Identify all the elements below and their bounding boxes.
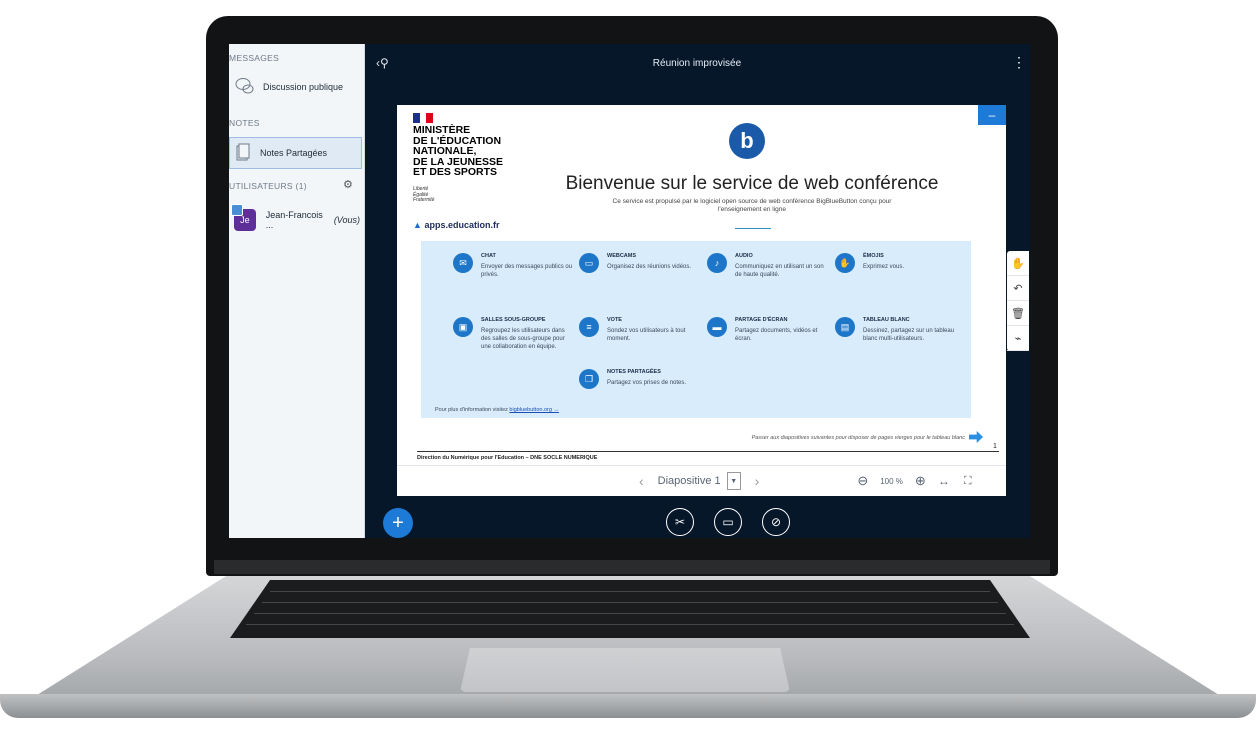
- options-menu-icon[interactable]: ⋮: [1012, 54, 1026, 71]
- slide-footer: Direction du Numérique pour l'Education …: [417, 455, 598, 461]
- feature-desc: Envoyer des messages publics ou privés.: [481, 264, 573, 278]
- document-icon: [236, 143, 250, 163]
- notes-section-title: NOTES: [229, 118, 260, 128]
- apps-brand: apps.education.fr: [424, 220, 500, 230]
- feature-desc: Dessinez, partagez sur un tableau blanc …: [863, 328, 955, 342]
- chat-bubbles-icon: [235, 77, 255, 97]
- gear-icon[interactable]: ⚙: [343, 178, 353, 191]
- bigbluebutton-logo-icon: b: [729, 123, 765, 159]
- ministry-name: MINISTÈRE DE L'ÉDUCATION NATIONALE, DE L…: [413, 124, 504, 178]
- user-name: Jean-Francois ...: [265, 210, 323, 230]
- webcam-icon: ▭: [579, 253, 599, 273]
- webcam-button[interactable]: ▭: [714, 508, 742, 536]
- motto: Liberté Égalité Fraternité: [413, 186, 435, 203]
- users-section-title: UTILISATEURS (1): [229, 181, 307, 191]
- screen-share-button[interactable]: ⊘: [762, 508, 790, 536]
- chevron-down-icon[interactable]: ▼: [726, 472, 741, 490]
- audio-muted-button[interactable]: ✂: [666, 508, 694, 536]
- feature-title: PARTAGE D'ÉCRAN: [735, 317, 788, 323]
- chat-icon: ✉: [453, 253, 473, 273]
- shared-notes-label: Notes Partagées: [260, 148, 328, 158]
- notes-icon: ❐: [579, 369, 599, 389]
- footer-divider: [417, 451, 999, 452]
- next-slides-info: Passer aux diapositives suivantes pour d…: [751, 435, 965, 441]
- breakout-icon: ▣: [453, 317, 473, 337]
- bbb-logo-letter: b: [740, 128, 754, 153]
- screen-share-icon: ▬: [707, 317, 727, 337]
- hand-icon: ✋: [835, 253, 855, 273]
- multi-user-whiteboard-icon[interactable]: ⌁: [1007, 326, 1029, 351]
- presentation-toolbar: ‹ Diapositive 1 ▼ › ⊖ 100 % ⊕ ↔ ⛶: [397, 465, 1006, 496]
- trackpad: [460, 648, 790, 692]
- laptop-hinge: [214, 560, 1050, 574]
- feature-desc: Communiquez en utilisant un son de haute…: [735, 264, 824, 278]
- feature-desc: Exprimez vous.: [863, 264, 905, 270]
- screen-share-off-icon: ⊘: [770, 515, 782, 529]
- feature-title: AUDIO: [735, 253, 753, 259]
- slide-title: Bienvenue sur le service de web conféren…: [565, 173, 939, 194]
- subtitle-divider: [735, 228, 771, 229]
- zoom-out-icon[interactable]: ⊖: [857, 473, 868, 489]
- french-flag-icon: [413, 113, 434, 123]
- presentation-slide: MINISTÈRE DE L'ÉDUCATION NATIONALE, DE L…: [397, 105, 1006, 465]
- pan-hand-icon[interactable]: ✋: [1007, 251, 1029, 276]
- presenter-badge-icon: [231, 204, 243, 216]
- screen: MESSAGES Discussion publique NOTES Notes…: [229, 44, 1030, 538]
- feature-title: WEBCAMS: [607, 253, 637, 259]
- apps-triangle-icon: ▲: [413, 220, 422, 230]
- bigbluebutton-link[interactable]: bigbluebutton.org →: [509, 407, 559, 413]
- laptop-base-edge: [0, 694, 1256, 718]
- undo-icon[interactable]: ↶: [1007, 276, 1029, 301]
- fit-width-icon[interactable]: ↔: [938, 474, 950, 488]
- microphone-icon: ♪: [707, 253, 727, 273]
- feature-title: SALLES SOUS-GROUPE: [481, 317, 546, 323]
- feature-desc: Partagez documents, vidéos et écran.: [735, 328, 818, 342]
- trash-icon[interactable]: 🗑: [1007, 301, 1029, 326]
- feature-desc: Partagez vos prises de notes.: [607, 380, 687, 386]
- feature-title: VOTE: [607, 317, 622, 323]
- feature-title: CHAT: [481, 253, 496, 259]
- feature-title: ÉMOJIS: [863, 253, 884, 259]
- previous-slide-icon[interactable]: ‹: [639, 473, 644, 489]
- arrow-right-icon: [969, 431, 983, 443]
- shared-notes-item[interactable]: Notes Partagées: [229, 137, 362, 169]
- apps-education-logo: ▲ apps.education.fr: [413, 220, 499, 230]
- user-you-label: (Vous): [333, 215, 360, 225]
- more-info: Pour plus d'information visitez bigblueb…: [435, 407, 559, 413]
- zoom-level: 100 %: [880, 476, 903, 486]
- minimize-presentation-button[interactable]: –: [978, 105, 1006, 125]
- more-info-text: Pour plus d'information visitez: [435, 407, 508, 413]
- headphones-off-icon: ✂: [674, 515, 686, 529]
- page-number: 1: [993, 443, 997, 450]
- user-list-item[interactable]: Je Jean-Francois ... (Vous): [229, 204, 360, 233]
- feature-desc: Organisez des réunions vidéos.: [607, 264, 692, 270]
- whiteboard-icon: ▤: [835, 317, 855, 337]
- next-slide-icon[interactable]: ›: [755, 473, 760, 489]
- public-chat-item[interactable]: Discussion publique: [229, 76, 360, 98]
- webcam-off-icon: ▭: [722, 515, 734, 529]
- feature-title: NOTES PARTAGÉES: [607, 369, 661, 375]
- features-panel: ✉ CHAT Envoyer des messages publics ou p…: [421, 241, 971, 418]
- public-chat-label: Discussion publique: [263, 82, 344, 92]
- feature-title: TABLEAU BLANC: [863, 317, 910, 323]
- top-bar: ‹⚲ Réunion improvisée ⋮: [364, 44, 1030, 84]
- sidebar: MESSAGES Discussion publique NOTES Notes…: [229, 44, 365, 538]
- feature-desc: Regroupez les utilisateurs dans des sall…: [481, 328, 565, 350]
- poll-icon: ≡: [579, 317, 599, 337]
- messages-section-title: MESSAGES: [229, 53, 280, 63]
- meeting-title: Réunion improvisée: [652, 58, 742, 69]
- avatar-initials: Je: [240, 215, 250, 225]
- keyboard: [230, 580, 1030, 638]
- fullscreen-icon[interactable]: ⛶: [964, 475, 972, 488]
- avatar: Je: [231, 204, 256, 231]
- actions-plus-button[interactable]: +: [383, 508, 413, 538]
- feature-desc: Sondez vos utilisateurs à tout moment.: [607, 328, 686, 342]
- zoom-in-icon[interactable]: ⊕: [915, 473, 926, 489]
- whiteboard-tools: ✋ ↶ 🗑 ⌁: [1007, 251, 1029, 351]
- slide-select-label[interactable]: Diapositive 1: [658, 475, 721, 487]
- slide-subtitle: Ce service est propulsé par le logiciel …: [612, 198, 892, 213]
